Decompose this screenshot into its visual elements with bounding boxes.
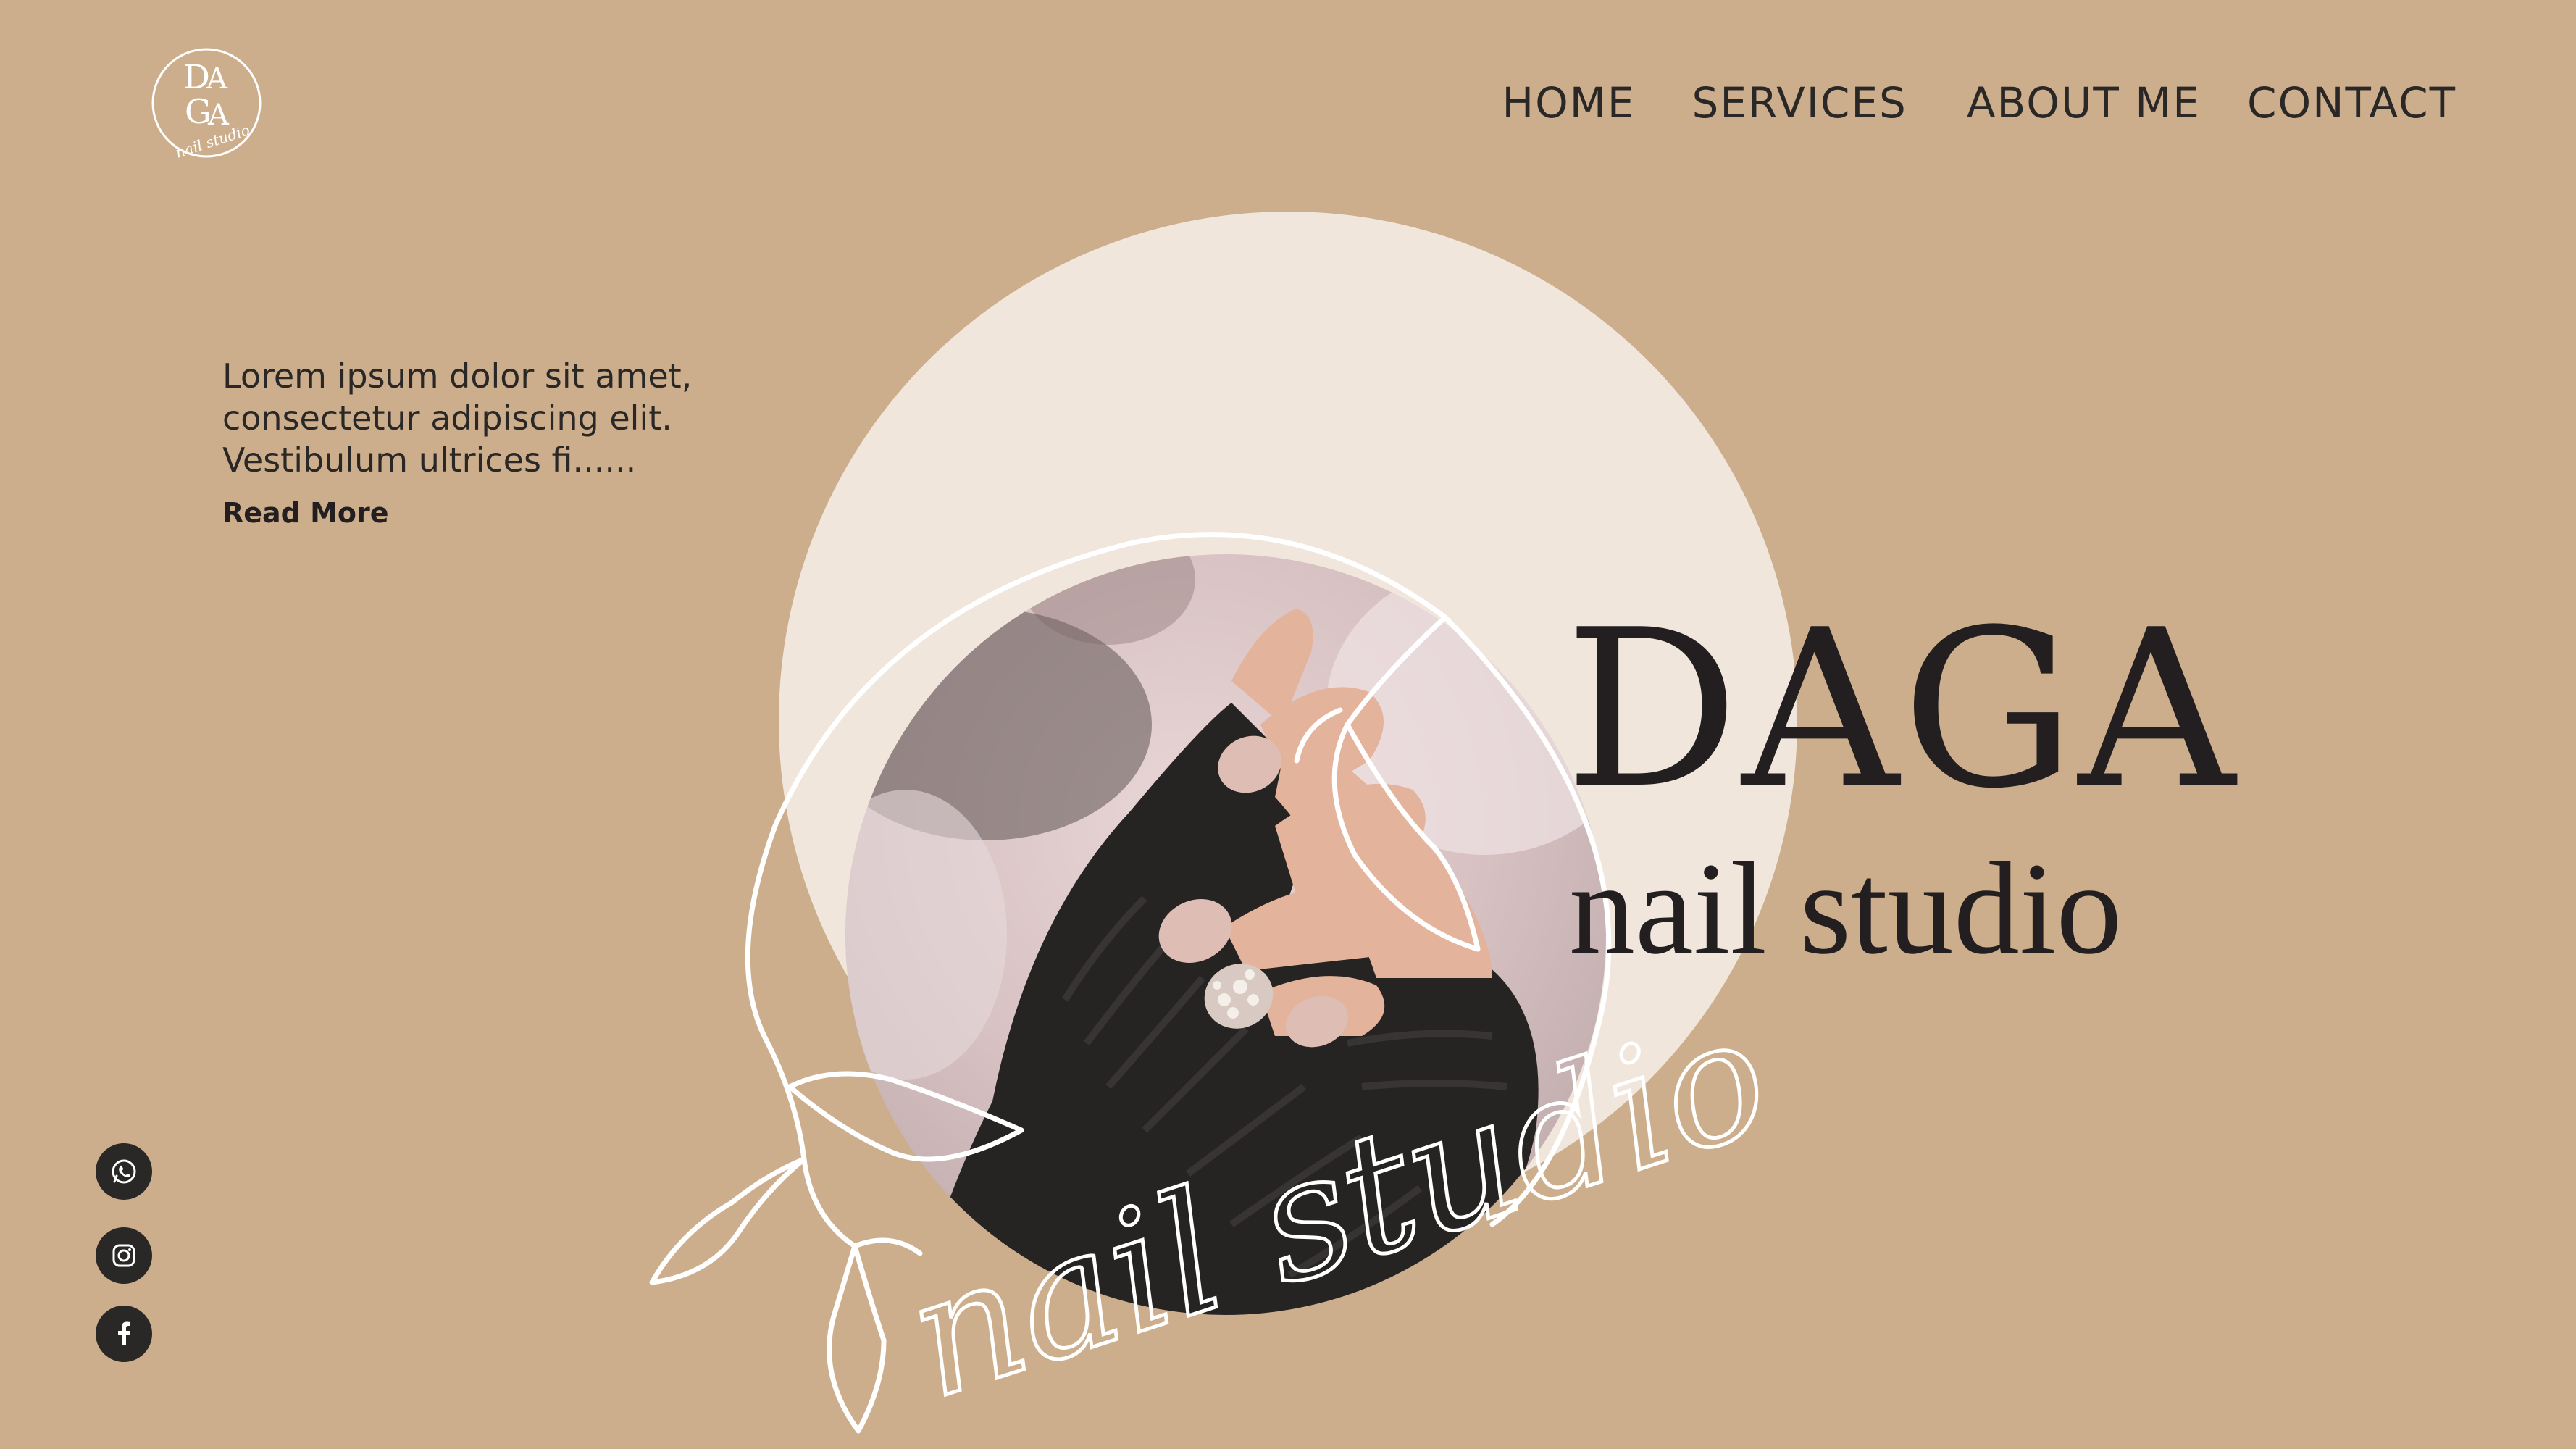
nav-about-me[interactable]: ABOUT ME bbox=[1967, 78, 2201, 128]
brand-name: DAGA bbox=[1565, 583, 2238, 836]
nav-home[interactable]: HOME bbox=[1502, 78, 1636, 128]
main-nav: HOME SERVICES ABOUT ME CONTACT bbox=[1502, 78, 2456, 128]
facebook-link[interactable] bbox=[96, 1306, 152, 1362]
landing-page: nail studio D A G A nail studio HOME SER… bbox=[0, 0, 2576, 1449]
nav-services[interactable]: SERVICES bbox=[1692, 78, 1907, 128]
whatsapp-link[interactable] bbox=[96, 1143, 152, 1200]
intro-text: Lorem ipsum dolor sit amet, consectetur … bbox=[222, 356, 693, 480]
facebook-icon bbox=[118, 1321, 130, 1345]
social-links bbox=[96, 1143, 154, 1362]
brand-subtitle: nail studio bbox=[1569, 836, 2123, 982]
logo-letter-a: A bbox=[206, 62, 228, 96]
logo-letter-a2: A bbox=[207, 99, 230, 132]
read-more-link[interactable]: Read More bbox=[222, 497, 389, 529]
intro-block: Lorem ipsum dolor sit amet, consectetur … bbox=[222, 355, 773, 529]
brand-title-block: DAGA nail studio bbox=[1565, 601, 2238, 978]
brand-logo[interactable]: D A G A nail studio bbox=[149, 43, 264, 174]
instagram-link[interactable] bbox=[96, 1227, 152, 1284]
nav-contact[interactable]: CONTACT bbox=[2247, 78, 2456, 128]
instagram-icon bbox=[112, 1244, 135, 1267]
whatsapp-icon bbox=[112, 1159, 136, 1184]
